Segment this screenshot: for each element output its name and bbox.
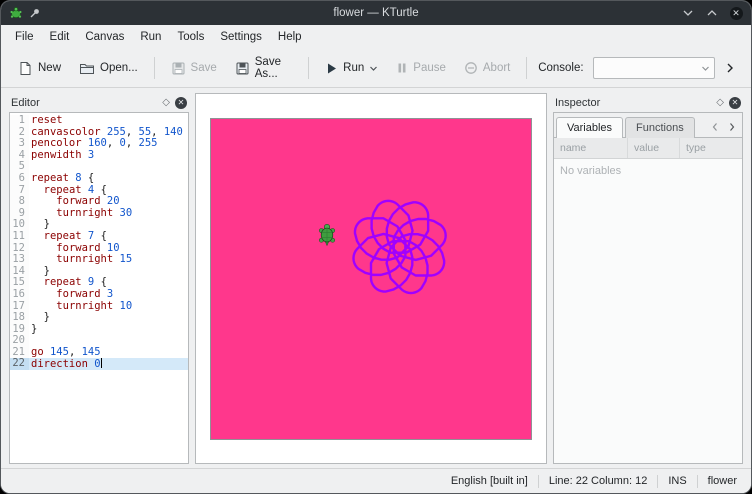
- tab-scroll-left-icon[interactable]: [707, 119, 722, 134]
- pin-icon[interactable]: [29, 7, 41, 19]
- inspector-float-icon[interactable]: ◇: [716, 97, 724, 108]
- status-insert-mode[interactable]: INS: [668, 475, 686, 487]
- toolbar-separator: [308, 57, 309, 79]
- status-filename: flower: [708, 475, 737, 487]
- status-language[interactable]: English [built in]: [451, 475, 528, 487]
- status-cursor-position: Line: 22 Column: 12: [549, 475, 647, 487]
- minimize-button[interactable]: [681, 6, 695, 20]
- run-button[interactable]: Run: [318, 57, 385, 80]
- menubar: FileEditCanvasRunToolsSettingsHelp: [1, 25, 751, 49]
- toolbar-separator: [526, 57, 527, 79]
- editor-dock-title: Editor: [11, 97, 162, 109]
- save-icon: [171, 61, 186, 76]
- column-type[interactable]: type: [680, 138, 742, 158]
- variables-table-body: No variables: [554, 159, 742, 463]
- open-button[interactable]: Open...: [72, 56, 145, 81]
- canvas-pane: [195, 93, 547, 464]
- editor-dock: Editor ◇ ✕ 1reset2canvascolor 255, 55, 1…: [9, 93, 189, 464]
- editor-code[interactable]: 1reset2canvascolor 255, 55, 1403pencolor…: [9, 112, 189, 464]
- turtle-canvas[interactable]: [210, 118, 532, 440]
- new-file-icon: [18, 61, 33, 76]
- new-button[interactable]: New: [11, 56, 68, 81]
- maximize-button[interactable]: [705, 6, 719, 20]
- toolbar-overflow-button[interactable]: [719, 58, 741, 78]
- editor-dock-titlebar[interactable]: Editor ◇ ✕: [9, 93, 189, 112]
- code-line-4[interactable]: 4penwidth 3: [10, 150, 188, 162]
- tab-functions[interactable]: Functions: [625, 117, 695, 138]
- save-button[interactable]: Save: [164, 56, 224, 81]
- main-area: Editor ◇ ✕ 1reset2canvascolor 255, 55, 1…: [1, 88, 751, 468]
- titlebar[interactable]: flower — KTurtle: [1, 1, 751, 25]
- toolbar-separator: [154, 57, 155, 79]
- tab-scroll-right-icon[interactable]: [724, 119, 739, 134]
- menu-item-settings[interactable]: Settings: [212, 28, 270, 46]
- code-line-22[interactable]: 22direction 0: [10, 358, 188, 370]
- kturtle-window: flower — KTurtle: [0, 0, 752, 494]
- column-value[interactable]: value: [628, 138, 680, 158]
- menu-item-edit[interactable]: Edit: [42, 28, 78, 46]
- save-as-icon: [235, 61, 250, 76]
- inspector-dock: Inspector ◇ ✕ Variables Functions: [553, 93, 743, 464]
- inspector-tabs: Variables Functions: [554, 113, 742, 138]
- inspector-body: Variables Functions name value type: [553, 112, 743, 464]
- close-icon: ✕: [730, 7, 743, 20]
- run-dropdown-icon[interactable]: [369, 64, 378, 73]
- statusbar: English [built in] Line: 22 Column: 12 I…: [1, 468, 751, 493]
- menu-item-file[interactable]: File: [7, 28, 42, 46]
- inspector-dock-title: Inspector: [555, 97, 716, 109]
- run-play-icon: [325, 62, 338, 75]
- app-icon: [9, 6, 23, 20]
- save-as-button[interactable]: Save As...: [228, 51, 300, 85]
- turtle-sprite[interactable]: [319, 224, 334, 245]
- variables-table-header: name value type: [554, 138, 742, 159]
- menu-item-tools[interactable]: Tools: [169, 28, 212, 46]
- abort-button[interactable]: Abort: [457, 56, 518, 80]
- inspector-close-icon[interactable]: ✕: [729, 97, 741, 109]
- close-button[interactable]: ✕: [729, 6, 743, 20]
- abort-icon: [464, 61, 478, 75]
- code-line-19[interactable]: 19}: [10, 324, 188, 336]
- console-input[interactable]: [593, 57, 715, 79]
- combo-dropdown-icon: [701, 64, 710, 73]
- console-label: Console:: [538, 62, 583, 74]
- pause-icon: [396, 62, 408, 74]
- editor-close-icon[interactable]: ✕: [175, 97, 187, 109]
- window-title: flower — KTurtle: [1, 7, 751, 19]
- open-folder-icon: [79, 61, 95, 76]
- toolbar: New Open... Save: [1, 49, 751, 88]
- no-variables-text: No variables: [560, 165, 621, 177]
- pause-button[interactable]: Pause: [389, 57, 453, 79]
- menu-item-canvas[interactable]: Canvas: [77, 28, 132, 46]
- menu-item-help[interactable]: Help: [270, 28, 310, 46]
- text-caret: [101, 358, 102, 368]
- tab-variables[interactable]: Variables: [556, 117, 623, 138]
- code-line-21[interactable]: 21go 145, 145: [10, 347, 188, 359]
- inspector-dock-titlebar[interactable]: Inspector ◇ ✕: [553, 93, 743, 112]
- menu-item-run[interactable]: Run: [132, 28, 169, 46]
- flower-path: [353, 200, 445, 292]
- editor-float-icon[interactable]: ◇: [162, 97, 170, 108]
- column-name[interactable]: name: [554, 138, 628, 158]
